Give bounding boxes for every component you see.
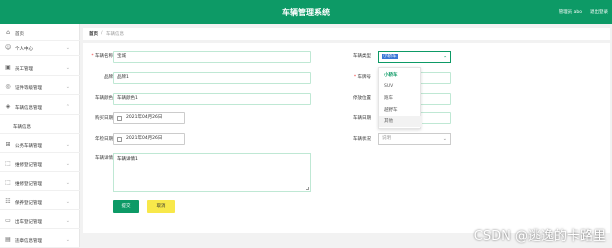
sidebar-item-label: 维修登记管理 [15, 163, 42, 168]
sidebar-item-vehicle-info[interactable]: 车辆信息 [0, 119, 80, 134]
chevron-down-icon: ⌄ [65, 180, 70, 186]
sidebar-item-label: 违章信息管理 [15, 239, 42, 244]
monitor-icon: ▭ [5, 217, 11, 224]
sidebar-item-label: 车辆信息管理 [15, 106, 42, 111]
breadcrumb-current: 车辆信息 [106, 32, 124, 37]
chevron-down-icon: ⌄ [65, 84, 70, 90]
chevron-down-icon: ⌄ [65, 161, 70, 167]
chevron-down-icon: ⌄ [65, 237, 70, 243]
sidebar-item-label: 保养登记管理 [15, 201, 42, 206]
record-date-label: 车辆日期 [353, 116, 371, 121]
chevron-down-icon: ⌄ [65, 65, 70, 71]
sidebar-item-label: 员工管理 [15, 67, 33, 72]
calendar-icon [117, 116, 122, 121]
buy-date-picker[interactable]: 2021年04月26日 [113, 112, 185, 124]
logout-link[interactable]: 退出登录 [590, 9, 608, 15]
sidebar-item-maintenance[interactable]: ☷ 保养登记管理 ⌄ [0, 195, 80, 210]
detail-text: 车辆详情1 [117, 157, 138, 162]
sidebar-item-label: 车辆信息 [13, 125, 31, 130]
chevron-down-icon: ⌄ [65, 142, 70, 148]
frame-icon: ⬚ [5, 179, 11, 186]
breadcrumb-home[interactable]: 首页 [89, 31, 98, 37]
home-icon: ⌂ [6, 29, 10, 36]
color-input[interactable]: 车辆颜色1 [113, 93, 311, 105]
sidebar-item-profile[interactable]: ☺ 个人中心 ⌄ [0, 41, 80, 56]
vehicle-type-selected: 小轿车 [382, 54, 398, 59]
annual-check-label: 年检日期 [95, 137, 113, 142]
sidebar-item-home[interactable]: ⌂ 首页 [0, 26, 80, 41]
chevron-up-icon: ⌃ [65, 104, 70, 110]
cancel-button[interactable]: 取消 [147, 200, 175, 213]
brand-label: 品牌 [104, 75, 113, 80]
car-icon: ◈ [5, 103, 11, 110]
app-title: 车辆管理系统 [282, 8, 330, 17]
detail-textarea[interactable]: 车辆详情1 [113, 153, 311, 192]
annual-check-date-picker[interactable]: 2021年04月26日 [113, 133, 185, 145]
parking-location-label: 停放位置 [353, 96, 371, 101]
watermark: CSDN @逃逸的卡路里 [473, 229, 606, 244]
top-header: 车辆管理系统 管理员 abo 退出登录 [0, 0, 612, 24]
sidebar-item-vehicle-info-group[interactable]: ◈ 车辆信息管理 ⌃ [0, 100, 80, 115]
dropdown-option[interactable]: 越野车 [379, 105, 422, 116]
list-icon: ☷ [5, 198, 11, 205]
sidebar-item-violations[interactable]: ▤ 违章信息管理 ⌄ [0, 233, 80, 248]
chevron-down-icon: ⌄ [65, 45, 70, 51]
vehicle-type-label: 车辆类型 [353, 54, 371, 59]
sidebar: ⌂ 首页 ☺ 个人中心 ⌄ ▣ 员工管理 ⌄ ◎ 证件等级管理 ⌄ ◈ 车辆信息… [0, 24, 80, 248]
dropdown-option[interactable]: 跑车 [379, 93, 422, 104]
resize-handle-icon[interactable] [306, 187, 309, 190]
sidebar-item-repair-2[interactable]: ⬚ 维修登记管理 ⌄ [0, 176, 80, 191]
sidebar-item-label: 首页 [15, 32, 24, 37]
submit-button[interactable]: 提交 [113, 200, 139, 213]
dropdown-option[interactable]: 其他 [379, 116, 422, 127]
info-icon: ▤ [5, 236, 11, 243]
sidebar-item-certificate[interactable]: ◎ 证件等级管理 ⌄ [0, 80, 80, 95]
annual-check-value: 2021年04月26日 [126, 136, 163, 141]
sidebar-item-staff[interactable]: ▣ 员工管理 ⌄ [0, 61, 80, 76]
certificate-icon: ◎ [5, 83, 11, 90]
sidebar-item-repair-1[interactable]: ⬚ 维修登记管理 ⌄ [0, 157, 80, 172]
sidebar-item-official-vehicles[interactable]: ⊞ 公务车辆管理 ⌄ [0, 138, 80, 153]
plate-label: * 车牌号 [353, 75, 371, 80]
color-label: 车辆颜色 [95, 96, 113, 101]
breadcrumb-separator: / [101, 31, 103, 36]
chevron-down-icon: ⌄ [442, 136, 447, 142]
dropdown-option[interactable]: 小轿车 [379, 70, 422, 81]
vehicle-type-dropdown: 小轿车 SUV 跑车 越野车 其他 [378, 67, 422, 129]
chevron-down-icon: ⌄ [65, 199, 70, 205]
grid-icon: ⊞ [5, 141, 11, 148]
vehicle-name-label: * 车辆名称 [91, 54, 113, 59]
chevron-down-icon: ⌄ [65, 218, 70, 224]
sidebar-item-label: 维修登记管理 [15, 182, 42, 187]
vehicle-status-placeholder: 说明 [382, 136, 391, 141]
sidebar-item-label: 公务车辆管理 [15, 144, 42, 149]
vehicle-type-select[interactable]: 小轿车 ⌄ [378, 51, 451, 63]
vehicle-status-select[interactable]: 说明 ⌄ [378, 133, 451, 145]
breadcrumb: 首页 / 车辆信息 [83, 28, 610, 40]
sidebar-item-label: 个人中心 [15, 47, 33, 52]
dropdown-option[interactable]: SUV [379, 81, 422, 92]
brand-input[interactable]: 品牌1 [113, 72, 311, 84]
calendar-icon [117, 137, 122, 142]
form-panel: * 车辆名称 宝城 品牌 品牌1 车辆颜色 车辆颜色1 购买日期 2021年04… [83, 43, 610, 233]
sidebar-item-label: 证件等级管理 [15, 86, 42, 91]
current-user: 管理员 abo [558, 10, 582, 15]
buy-date-value: 2021年04月26日 [126, 115, 163, 120]
vehicle-status-label: 车辆状况 [353, 137, 371, 142]
staff-icon: ▣ [5, 64, 11, 71]
sidebar-item-trips[interactable]: ▭ 出车登记管理 ⌄ [0, 214, 80, 229]
buy-date-label: 购买日期 [95, 116, 113, 121]
wrench-icon: ⬚ [5, 160, 11, 167]
chevron-up-icon: ⌄ [442, 54, 447, 60]
sidebar-item-label: 出车登记管理 [15, 220, 42, 225]
detail-label: 车辆详情 [95, 156, 113, 161]
user-icon: ☺ [5, 44, 12, 51]
vehicle-name-input[interactable]: 宝城 [113, 51, 311, 63]
